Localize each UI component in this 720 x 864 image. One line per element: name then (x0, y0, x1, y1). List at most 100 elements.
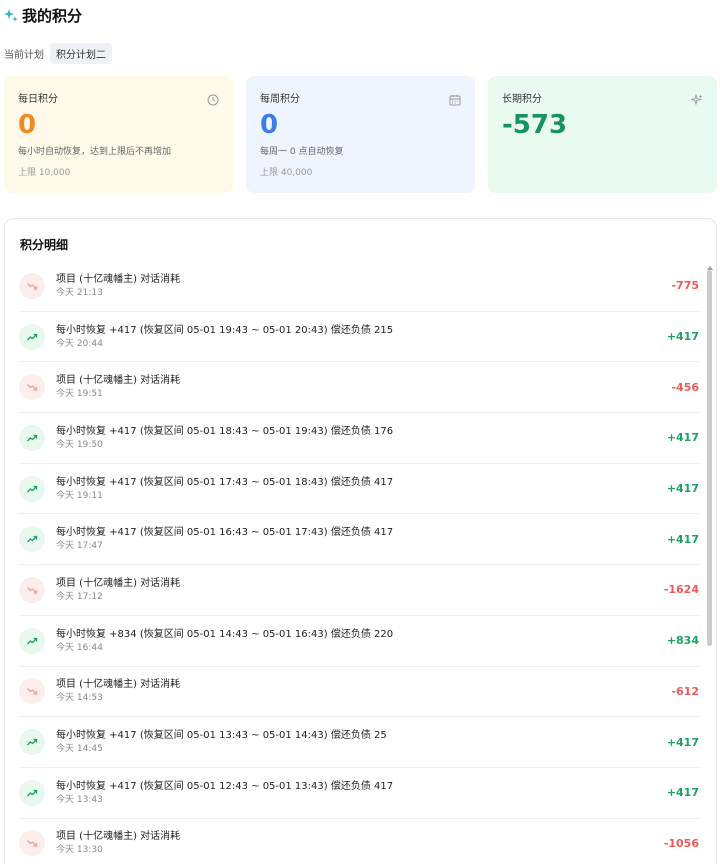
sparkle-icon (689, 91, 703, 106)
list-item: 项目 (十亿魂幡主) 对话消耗 今天 17:12 -1624 (19, 565, 700, 616)
row-time: 今天 16:44 (56, 642, 103, 653)
trend-up-icon (19, 475, 45, 502)
row-time: 今天 14:53 (56, 693, 103, 704)
row-text: 每小时恢复 +417 (恢复区间 05-01 19:43 ~ 05-01 20:… (56, 324, 667, 350)
trend-up-icon (19, 779, 45, 806)
row-description: 每小时恢复 +417 (恢复区间 05-01 13:43 ~ 05-01 14:… (56, 730, 387, 742)
list-item: 项目 (十亿魂幡主) 对话消耗 今天 14:53 -612 (19, 667, 700, 718)
list-item: 每小时恢复 +417 (恢复区间 05-01 18:43 ~ 05-01 19:… (19, 413, 700, 464)
row-time: 今天 19:51 (56, 389, 103, 400)
daily-points-card: 每日积分 0 每小时自动恢复，达到上限后不再增加 上限 10,000 (4, 76, 233, 193)
row-description: 每小时恢复 +417 (恢复区间 05-01 17:43 ~ 05-01 18:… (56, 476, 394, 488)
row-time: 今天 21:13 (56, 287, 103, 298)
list-item: 每小时恢复 +417 (恢复区间 05-01 19:43 ~ 05-01 20:… (19, 312, 700, 363)
row-description: 项目 (十亿魂幡主) 对话消耗 (56, 375, 181, 387)
row-description: 每小时恢复 +417 (恢复区间 05-01 19:43 ~ 05-01 20:… (56, 324, 394, 336)
row-amount: +417 (666, 431, 699, 445)
row-description: 项目 (十亿魂幡主) 对话消耗 (56, 577, 181, 589)
row-time: 今天 17:47 (56, 541, 103, 552)
clock-icon (207, 91, 219, 106)
row-text: 项目 (十亿魂幡主) 对话消耗 今天 17:12 (56, 577, 664, 603)
trend-down-icon (19, 576, 45, 603)
plan-chip[interactable]: 积分计划二 (50, 42, 112, 64)
list-item: 每小时恢复 +417 (恢复区间 05-01 13:43 ~ 05-01 14:… (19, 717, 700, 768)
plan-label: 当前计划 (4, 49, 44, 61)
sparkle-logo-icon (4, 8, 18, 22)
row-amount: +834 (666, 634, 699, 648)
row-text: 每小时恢复 +834 (恢复区间 05-01 14:43 ~ 05-01 16:… (56, 628, 667, 654)
trend-down-icon (19, 272, 45, 299)
row-text: 项目 (十亿魂幡主) 对话消耗 今天 19:51 (56, 374, 671, 400)
detail-title: 积分明细 (20, 238, 69, 252)
row-text: 每小时恢复 +417 (恢复区间 05-01 18:43 ~ 05-01 19:… (56, 425, 667, 451)
list-item: 项目 (十亿魂幡主) 对话消耗 今天 21:13 -775 (19, 261, 700, 312)
weekly-points-value: 0 (260, 110, 279, 140)
row-amount: +417 (666, 482, 699, 496)
row-time: 今天 14:45 (56, 744, 103, 755)
row-description: 每小时恢复 +417 (恢复区间 05-01 16:43 ~ 05-01 17:… (56, 527, 394, 539)
row-time: 今天 13:43 (56, 794, 103, 805)
row-text: 每小时恢复 +417 (恢复区间 05-01 16:43 ~ 05-01 17:… (56, 526, 667, 552)
points-detail-panel: 积分明细 项目 (十亿魂幡主) 对话消耗 今天 21:13 -775 每小时恢复 +4… (4, 218, 717, 864)
row-text: 项目 (十亿魂幡主) 对话消耗 今天 21:13 (56, 273, 671, 299)
weekly-card-title: 每周积分 (260, 94, 300, 105)
trend-down-icon (19, 678, 45, 705)
scrollbar-thumb[interactable] (707, 270, 712, 646)
page-title: 我的积分 (22, 6, 83, 25)
trend-up-icon (19, 323, 45, 350)
long-term-points-value: -573 (502, 110, 568, 140)
trend-up-icon (19, 424, 45, 451)
row-text: 每小时恢复 +417 (恢复区间 05-01 12:43 ~ 05-01 13:… (56, 780, 667, 806)
row-amount: +417 (666, 532, 699, 546)
daily-card-limit: 上限 10,000 (18, 168, 71, 178)
daily-card-desc: 每小时自动恢复，达到上限后不再增加 (18, 147, 172, 157)
row-amount: -775 (671, 279, 699, 293)
calendar-icon (449, 91, 461, 106)
daily-card-title: 每日积分 (18, 94, 58, 105)
row-amount: -456 (671, 380, 699, 394)
list-item: 项目 (十亿魂幡主) 对话消耗 今天 19:51 -456 (19, 362, 700, 414)
row-description: 每小时恢复 +834 (恢复区间 05-01 14:43 ~ 05-01 16:… (56, 628, 394, 640)
row-description: 每小时恢复 +417 (恢复区间 05-01 18:43 ~ 05-01 19:… (56, 425, 394, 437)
trend-up-icon (19, 627, 45, 654)
row-amount: -1056 (663, 836, 699, 850)
weekly-points-card: 每周积分 0 每周一 0 点自动恢复 上限 40,000 (246, 76, 475, 193)
row-description: 每小时恢复 +417 (恢复区间 05-01 12:43 ~ 05-01 13:… (56, 780, 394, 792)
row-amount: -1624 (663, 583, 699, 597)
list-item: 项目 (十亿魂幡主) 对话消耗 今天 13:30 -1056 (19, 819, 700, 864)
page-header: 我的积分 (4, 5, 82, 25)
trend-down-icon (19, 830, 45, 857)
list-item: 每小时恢复 +417 (恢复区间 05-01 12:43 ~ 05-01 13:… (19, 768, 700, 819)
row-amount: +417 (666, 735, 699, 749)
current-plan: 当前计划 积分计划二 (4, 42, 112, 64)
list-item: 每小时恢复 +417 (恢复区间 05-01 16:43 ~ 05-01 17:… (19, 514, 700, 566)
long-term-card-title: 长期积分 (502, 94, 542, 105)
row-description: 项目 (十亿魂幡主) 对话消耗 (56, 273, 181, 285)
list-item: 每小时恢复 +834 (恢复区间 05-01 14:43 ~ 05-01 16:… (19, 616, 700, 667)
row-time: 今天 13:30 (56, 845, 103, 856)
trend-up-icon (19, 526, 45, 553)
weekly-card-desc: 每周一 0 点自动恢复 (260, 147, 344, 157)
row-time: 今天 19:11 (56, 490, 103, 501)
trend-down-icon (19, 374, 45, 401)
long-term-points-card: 长期积分 -573 (488, 76, 717, 193)
row-time: 今天 19:50 (56, 439, 103, 450)
row-time: 今天 20:44 (56, 338, 103, 349)
row-text: 项目 (十亿魂幡主) 对话消耗 今天 13:30 (56, 830, 664, 856)
row-description: 项目 (十亿魂幡主) 对话消耗 (56, 831, 181, 843)
list-item: 每小时恢复 +417 (恢复区间 05-01 17:43 ~ 05-01 18:… (19, 464, 700, 515)
row-time: 今天 17:12 (56, 591, 103, 602)
trend-up-icon (19, 729, 45, 756)
row-text: 每小时恢复 +417 (恢复区间 05-01 17:43 ~ 05-01 18:… (56, 476, 667, 502)
row-description: 项目 (十亿魂幡主) 对话消耗 (56, 679, 181, 691)
points-detail-list: 项目 (十亿魂幡主) 对话消耗 今天 21:13 -775 每小时恢复 +417 (恢… (19, 261, 700, 864)
row-text: 项目 (十亿魂幡主) 对话消耗 今天 14:53 (56, 678, 671, 704)
row-amount: -612 (671, 684, 699, 698)
row-amount: +417 (666, 330, 699, 344)
row-amount: +417 (666, 786, 699, 800)
daily-points-value: 0 (18, 110, 37, 140)
detail-scrollbar[interactable] (707, 266, 713, 646)
weekly-card-limit: 上限 40,000 (260, 168, 313, 178)
row-text: 每小时恢复 +417 (恢复区间 05-01 13:43 ~ 05-01 14:… (56, 729, 667, 755)
scroll-up-arrow-icon[interactable] (707, 266, 713, 270)
